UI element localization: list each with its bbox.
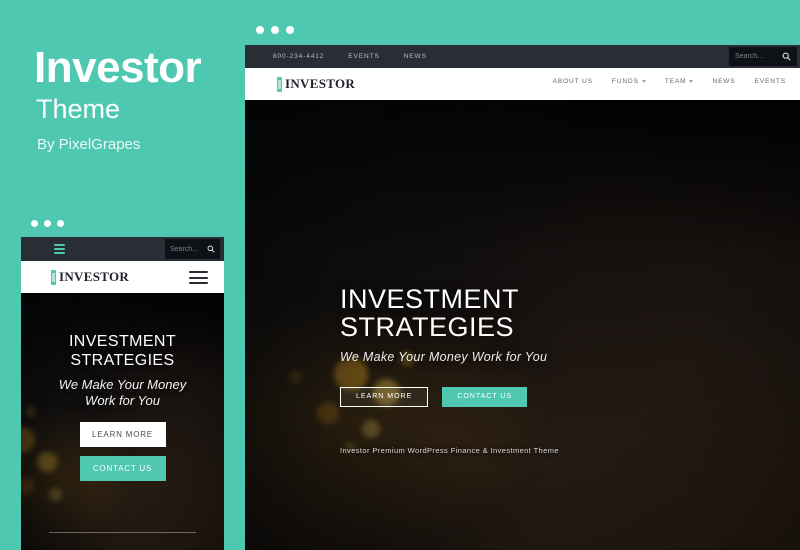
desktop-topbar: 800-234-4412 EVENTS NEWS Search... <box>245 45 800 68</box>
desktop-hero-content: INVESTMENT STRATEGIES We Make Your Money… <box>340 285 559 455</box>
window-dot-minimize[interactable] <box>44 220 51 227</box>
desktop-search-input[interactable]: Search... <box>735 53 779 60</box>
window-dots <box>31 220 64 227</box>
learn-more-button[interactable]: LEARN MORE <box>79 422 166 448</box>
mobile-hero-buttons: LEARN MORE CONTACT US <box>21 422 224 482</box>
contact-us-button[interactable]: CONTACT US <box>79 456 166 482</box>
nav-label: TEAM <box>664 78 687 85</box>
desktop-hero-tagline: Investor Premium WordPress Finance & Inv… <box>340 445 559 455</box>
mobile-hero-heading-line2: STRATEGIES <box>70 351 175 369</box>
mobile-search-input[interactable]: Search... <box>170 246 205 253</box>
mobile-hero-heading-line1: INVESTMENT <box>68 333 177 350</box>
promo-byline: By PixelGrapes <box>37 136 141 153</box>
bar-chart-mark-icon <box>277 76 282 92</box>
window-dot-maximize[interactable] <box>286 26 294 34</box>
nav-item-news[interactable]: NEWS <box>712 78 735 85</box>
topbar-link-news[interactable]: NEWS <box>404 53 427 60</box>
nav-label: FUNDS <box>611 78 639 85</box>
mobile-logo-text: INVESTOR <box>59 269 130 284</box>
window-dot-minimize[interactable] <box>271 26 279 34</box>
promo-subtitle: Theme <box>36 94 121 124</box>
nav-label: EVENTS <box>754 78 786 85</box>
topbar-link-events[interactable]: EVENTS <box>348 53 379 60</box>
desktop-hero-heading-line2: STRATEGIES <box>340 312 515 343</box>
nav-item-team[interactable]: TEAM <box>665 78 694 85</box>
search-icon[interactable] <box>782 52 791 61</box>
nav-label: NEWS <box>712 78 736 85</box>
mobile-search-box[interactable]: Search... <box>165 239 220 259</box>
desktop-screen: 800-234-4412 EVENTS NEWS Search... INVES… <box>245 45 800 550</box>
desktop-site-header: INVESTOR ABOUT US FUNDS TEAM NEWS EVENTS <box>245 68 800 100</box>
phone-number[interactable]: 800-234-4412 <box>273 53 324 60</box>
mobile-screen: Search... INVESTOR INVESTMENT STRATEGIES… <box>21 237 224 550</box>
learn-more-button[interactable]: LEARN MORE <box>340 386 429 407</box>
mobile-logo[interactable]: INVESTOR <box>51 269 129 285</box>
mobile-hero-subheading-line1: We Make Your Money <box>58 376 187 392</box>
nav-item-events[interactable]: EVENTS <box>755 78 786 85</box>
promo-title: Investor <box>34 43 202 92</box>
desktop-preview-window: 800-234-4412 EVENTS NEWS Search... INVES… <box>240 15 800 550</box>
mobile-hero-subheading: We Make Your Money Work for You <box>21 377 224 410</box>
desktop-hero-subheading: We Make Your Money Work for You <box>340 349 548 364</box>
desktop-logo-text: INVESTOR <box>285 76 356 91</box>
window-dots <box>256 26 294 34</box>
nav-item-funds[interactable]: FUNDS <box>612 78 646 85</box>
mobile-hero-divider <box>49 532 196 533</box>
mobile-site-header: INVESTOR <box>21 261 224 293</box>
desktop-search-box[interactable]: Search... <box>729 47 797 66</box>
window-dot-close[interactable] <box>256 26 264 34</box>
mobile-window-chrome <box>18 211 227 237</box>
desktop-hero: INVESTMENT STRATEGIES We Make Your Money… <box>245 100 800 550</box>
mobile-topbar: Search... <box>21 237 224 261</box>
bar-chart-mark-icon <box>51 269 56 285</box>
hamburger-icon[interactable] <box>189 271 208 284</box>
desktop-window-chrome <box>240 15 800 45</box>
mobile-preview-window: Search... INVESTOR INVESTMENT STRATEGIES… <box>18 211 227 550</box>
desktop-hero-heading-line1: INVESTMENT <box>340 284 520 314</box>
window-dot-close[interactable] <box>31 220 38 227</box>
chevron-down-icon <box>641 80 646 83</box>
search-icon[interactable] <box>207 245 215 253</box>
mobile-hero: INVESTMENT STRATEGIES We Make Your Money… <box>21 293 224 550</box>
chevron-down-icon <box>689 80 694 83</box>
mobile-hero-subheading-line2: Work for You <box>85 393 160 408</box>
desktop-hero-buttons: LEARN MORE CONTACT US <box>340 386 559 407</box>
desktop-hero-heading: INVESTMENT STRATEGIES <box>340 285 559 342</box>
mobile-hero-heading: INVESTMENT STRATEGIES <box>21 333 224 371</box>
mobile-hero-content: INVESTMENT STRATEGIES We Make Your Money… <box>21 333 224 482</box>
nav-item-about-us[interactable]: ABOUT US <box>553 78 593 85</box>
desktop-topbar-links: 800-234-4412 EVENTS NEWS <box>273 53 427 60</box>
desktop-nav: ABOUT US FUNDS TEAM NEWS EVENTS <box>553 78 786 85</box>
contact-us-button[interactable]: CONTACT US <box>442 386 528 407</box>
desktop-logo[interactable]: INVESTOR <box>277 76 355 92</box>
nav-label: ABOUT US <box>552 78 593 85</box>
window-dot-maximize[interactable] <box>57 220 64 227</box>
hamburger-icon[interactable] <box>54 244 65 254</box>
